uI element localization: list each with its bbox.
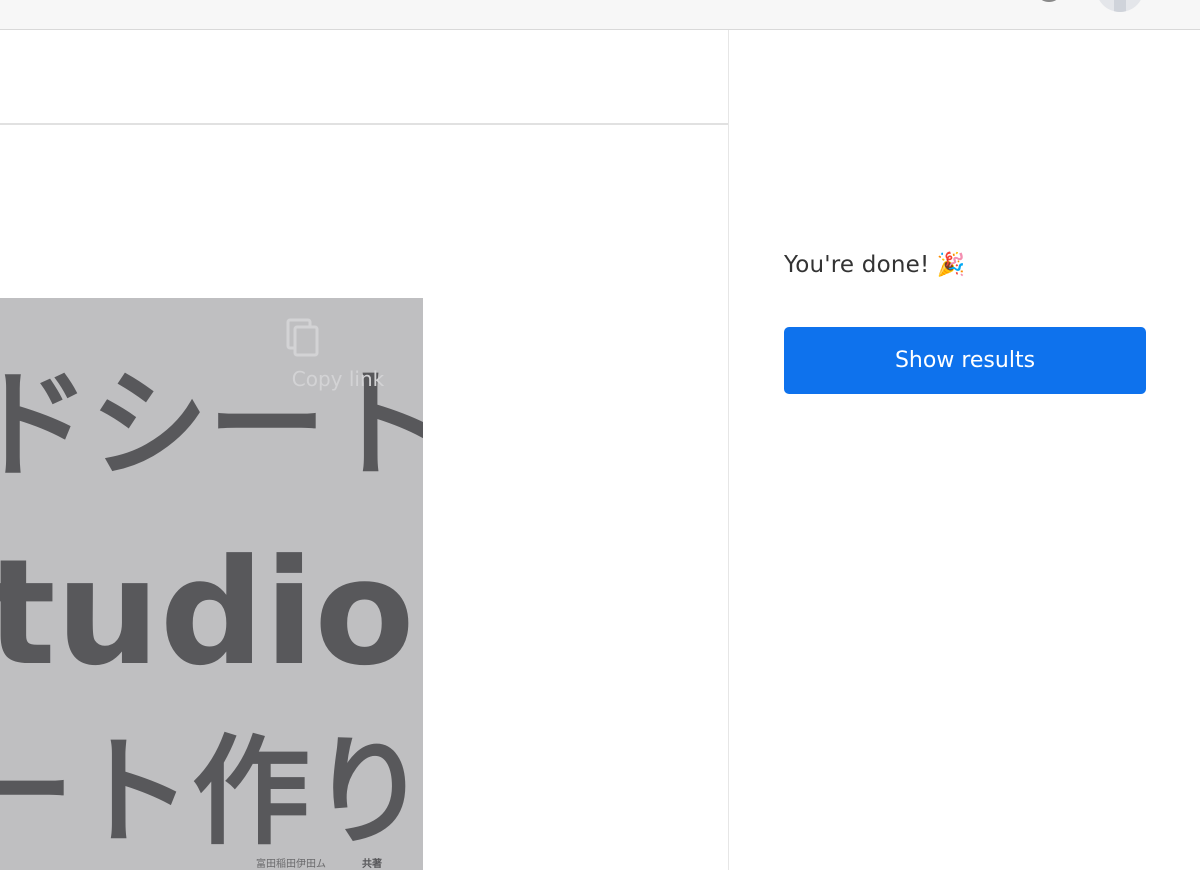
avatar-figure bbox=[1114, 0, 1126, 12]
thumbnail-line-3: ート作り bbox=[0, 723, 423, 861]
help-circle-icon[interactable] bbox=[1034, 0, 1064, 4]
content-header bbox=[0, 30, 728, 125]
thumbnail-footer-right: 共著 bbox=[362, 857, 382, 870]
completion-message: You're done! 🎉 bbox=[784, 252, 966, 278]
avatar[interactable] bbox=[1096, 0, 1144, 12]
presentation-thumbnail[interactable]: ドシート tudio ート作り 富田稲田伊田ム 共著 Copy link bbox=[0, 298, 423, 870]
copy-icon bbox=[286, 318, 319, 357]
copy-link-button[interactable]: Copy link bbox=[286, 318, 390, 398]
results-sidebar: You're done! 🎉 Show results bbox=[729, 30, 1200, 870]
thumbnail-footer-left: 富田稲田伊田ム bbox=[256, 857, 326, 870]
copy-link-label: Copy link bbox=[291, 367, 385, 391]
show-results-button[interactable]: Show results bbox=[784, 327, 1146, 394]
top-bar bbox=[0, 0, 1200, 30]
thumbnail-line-2: tudio bbox=[0, 528, 415, 698]
